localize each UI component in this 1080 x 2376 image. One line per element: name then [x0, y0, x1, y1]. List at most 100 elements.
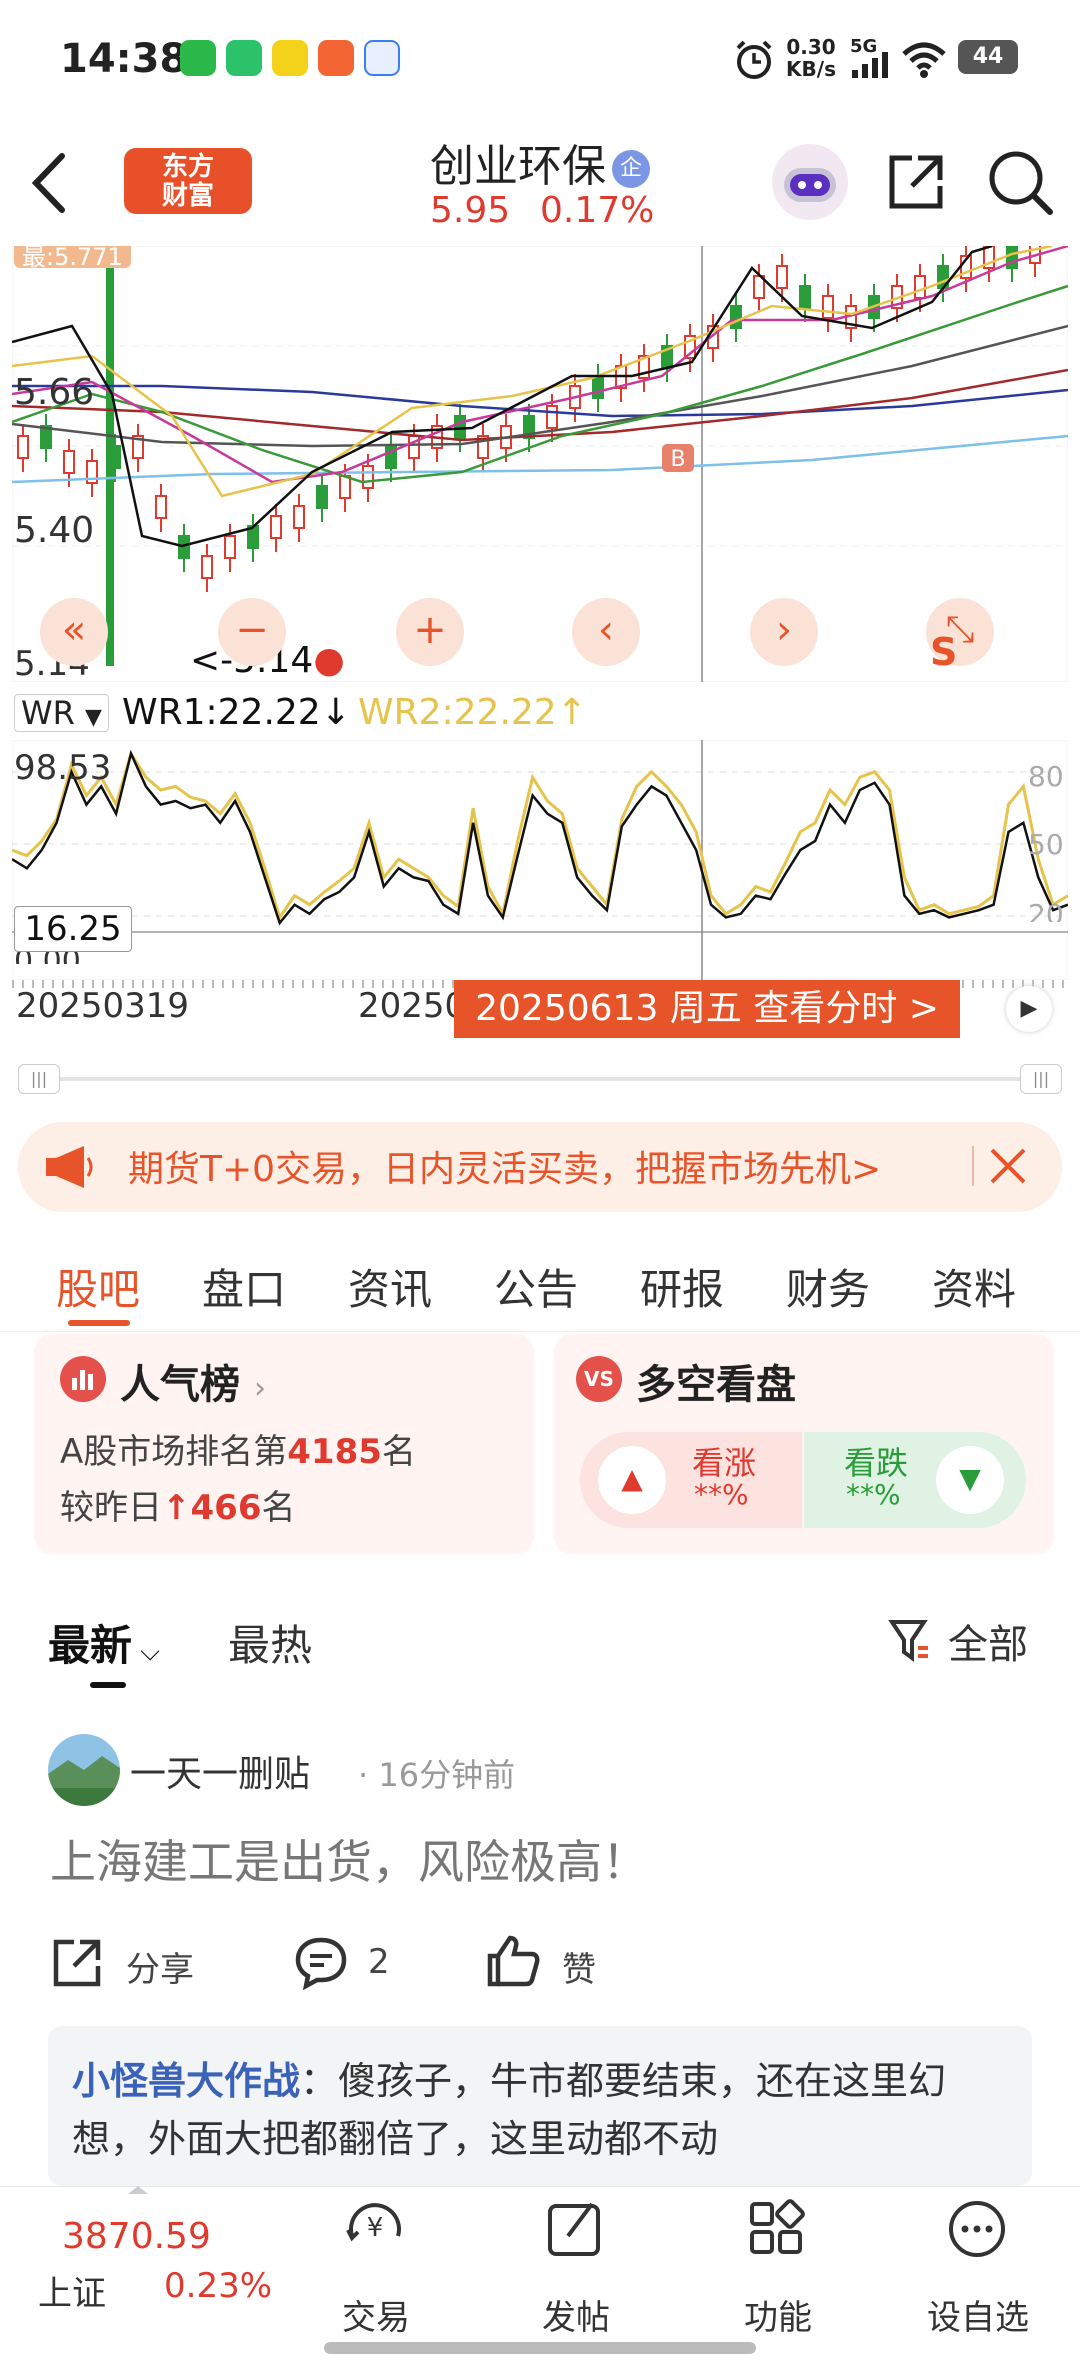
- prev-button[interactable]: ‹: [572, 598, 640, 666]
- wr-chart[interactable]: [12, 740, 1068, 980]
- wifi-icon: [902, 42, 946, 78]
- screen-app-icon: [364, 40, 400, 76]
- post-author[interactable]: 一天一删贴: [130, 1745, 310, 1797]
- next-button[interactable]: ›: [750, 598, 818, 666]
- post-time: · 16分钟前: [358, 1756, 516, 1794]
- caret-up-icon: [128, 2186, 148, 2194]
- post-content[interactable]: 上海建工是出货，风险极高！: [50, 1826, 648, 1892]
- rank-change: 较昨日↑466名: [60, 1480, 295, 1529]
- tab-finance[interactable]: 财务: [786, 1256, 870, 1317]
- scroller-left-handle[interactable]: |||: [18, 1064, 60, 1094]
- avatar[interactable]: [48, 1734, 120, 1806]
- wr1-text: WR1:22.22: [122, 692, 321, 733]
- wr2-arrow-icon: ↑: [556, 692, 587, 733]
- tab-guba[interactable]: 股吧: [56, 1256, 140, 1317]
- trade-icon[interactable]: ¥: [342, 2196, 408, 2262]
- more-icon[interactable]: [944, 2196, 1010, 2262]
- nav-post[interactable]: 发帖: [516, 2290, 636, 2339]
- battery-icon: 44: [958, 40, 1018, 74]
- nav-add-favorite[interactable]: 设自选: [918, 2290, 1038, 2339]
- filter-all[interactable]: 全部: [948, 1612, 1028, 1670]
- search-icon[interactable]: [986, 148, 1054, 216]
- bullish-value: **%: [694, 1478, 749, 1511]
- reply-preview[interactable]: 小怪兽大作战：傻孩子，牛市都要结束，还在这里幻想，外面大把都翻倍了，这里动都不动: [48, 2026, 1032, 2186]
- bullish-arrow-icon: ▲: [598, 1446, 666, 1514]
- status-bar: 14:38 0.30 KB/s 5G 44: [0, 0, 1080, 110]
- play-icon[interactable]: ▶: [1006, 986, 1052, 1032]
- candle-body: [316, 485, 328, 509]
- candle-body: [776, 265, 788, 289]
- shop-app-icon: [318, 40, 354, 76]
- price-label-1: 5.66: [14, 372, 95, 413]
- stock-price: 5.95: [430, 190, 511, 231]
- like-icon[interactable]: [484, 1932, 542, 1990]
- nav-functions[interactable]: 功能: [718, 2290, 838, 2339]
- candle-body: [592, 375, 604, 399]
- tab-profile[interactable]: 资料: [932, 1256, 1016, 1317]
- vs-icon: VS: [576, 1356, 622, 1402]
- high-tag: 最:5.771: [14, 246, 131, 268]
- bearish-arrow-icon: ▼: [936, 1446, 1004, 1514]
- sort-latest-label: 最新: [48, 1621, 133, 1670]
- tab-news[interactable]: 资讯: [348, 1256, 432, 1317]
- net-speed: 0.30: [786, 35, 836, 59]
- candle-body: [201, 555, 213, 579]
- stock-change-pct: 0.17%: [540, 190, 655, 231]
- tab-pankou[interactable]: 盘口: [202, 1256, 286, 1317]
- candle-body: [63, 450, 75, 474]
- popularity-title[interactable]: 人气榜 ›: [120, 1352, 266, 1410]
- wr1-value: WR1:22.22↓: [122, 692, 351, 733]
- sell-marker: S: [930, 630, 958, 674]
- indicator-select[interactable]: WR ▼: [14, 694, 109, 732]
- sort-indicator: [90, 1682, 126, 1688]
- bearish-value: **%: [846, 1478, 901, 1511]
- status-time: 14:38: [60, 36, 188, 82]
- ad-text[interactable]: 期货T+0交易，日内灵活买卖，把握市场先机>: [128, 1140, 968, 1192]
- feed-sort-bar: 最新 ⌵ 最热 全部: [0, 1590, 1080, 1688]
- ranking-icon: [60, 1356, 106, 1402]
- view-intraday-button[interactable]: 20250613 周五 查看分时 >: [454, 980, 960, 1038]
- share-icon[interactable]: [882, 148, 950, 216]
- close-icon[interactable]: [982, 1140, 1034, 1192]
- wr-max-label: 98.53: [14, 748, 112, 788]
- share-label[interactable]: 分享: [126, 1942, 194, 1991]
- market-rank: A股市场排名第4185名: [60, 1424, 416, 1473]
- index-change[interactable]: 0.23%: [164, 2266, 272, 2306]
- index-name[interactable]: 上证: [38, 2266, 106, 2315]
- candle-body-long: [106, 266, 114, 666]
- wechat-icon: [180, 40, 216, 76]
- kline-chart[interactable]: B: [12, 246, 1068, 682]
- functions-icon[interactable]: [744, 2196, 810, 2262]
- wr1-arrow-icon: ↓: [320, 692, 351, 733]
- sort-latest[interactable]: 最新 ⌵: [48, 1612, 160, 1673]
- index-value[interactable]: 3870.59: [62, 2216, 211, 2257]
- tab-research[interactable]: 研报: [640, 1256, 724, 1317]
- change-suffix: 名: [261, 1488, 296, 1528]
- comment-count[interactable]: 2: [368, 1942, 390, 1982]
- candle-body: [224, 535, 236, 559]
- tab-announcements[interactable]: 公告: [494, 1256, 578, 1317]
- wr-indicator-bar: WR ▼ WR1:22.22↓ WR2:22.22↑: [14, 690, 1064, 734]
- ai-assistant-icon[interactable]: [770, 142, 850, 222]
- candle-body: [799, 285, 811, 309]
- scroller-right-handle[interactable]: |||: [1020, 1064, 1062, 1094]
- like-label[interactable]: 赞: [562, 1942, 596, 1991]
- reply-author[interactable]: 小怪兽大作战: [72, 2059, 300, 2103]
- candle-body: [362, 465, 374, 489]
- scroll-left-fast-button[interactable]: «: [40, 598, 108, 666]
- home-indicator: [324, 2342, 756, 2354]
- sort-hot[interactable]: 最热: [228, 1612, 312, 1673]
- candle-body: [914, 275, 926, 299]
- chart-range-scroller[interactable]: ||| |||: [18, 1064, 1062, 1094]
- chevron-down-icon: ▼: [85, 705, 102, 730]
- rank-suffix: 名: [381, 1432, 416, 1472]
- candle-body: [454, 415, 466, 439]
- candle-body: [17, 435, 29, 459]
- zoom-in-button[interactable]: +: [396, 598, 464, 666]
- share-icon[interactable]: [50, 1936, 104, 1990]
- post-icon[interactable]: [542, 2196, 608, 2262]
- nav-trade[interactable]: 交易: [316, 2290, 436, 2339]
- filter-icon[interactable]: [888, 1616, 932, 1664]
- comment-icon[interactable]: [292, 1934, 350, 1992]
- zoom-out-button[interactable]: −: [218, 598, 286, 666]
